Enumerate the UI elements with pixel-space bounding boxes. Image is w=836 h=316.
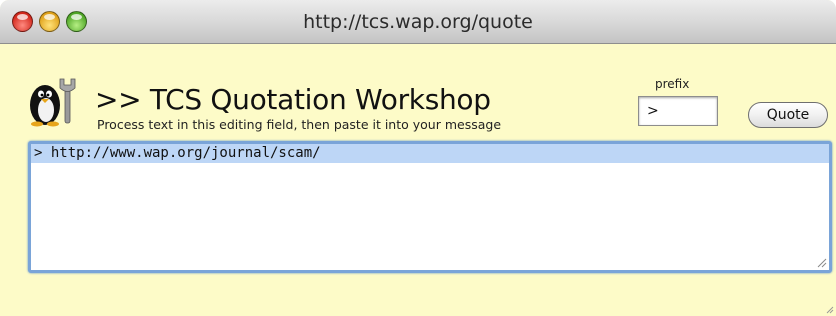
window-resize-icon[interactable]	[824, 304, 834, 314]
prefix-label: prefix	[655, 77, 690, 91]
page-heading: >> TCS Quotation Workshop	[95, 83, 491, 116]
page-subheading: Process text in this editing field, then…	[97, 117, 502, 132]
editor-text-line[interactable]: > http://www.wap.org/journal/scam/	[31, 144, 829, 163]
prefix-input[interactable]	[638, 96, 718, 126]
penguin-wrench-icon	[30, 78, 76, 127]
editing-field[interactable]: > http://www.wap.org/journal/scam/	[28, 141, 832, 273]
quote-button[interactable]: Quote	[748, 102, 828, 128]
window-title: http://tcs.wap.org/quote	[303, 11, 533, 33]
browser-window: http://tcs.wap.org/quote >> TCS Quotatio…	[0, 0, 836, 316]
resize-grip-icon[interactable]	[816, 257, 827, 268]
title-bar[interactable]: http://tcs.wap.org/quote	[0, 0, 836, 44]
page-content: >> TCS Quotation Workshop Process text i…	[0, 45, 836, 316]
